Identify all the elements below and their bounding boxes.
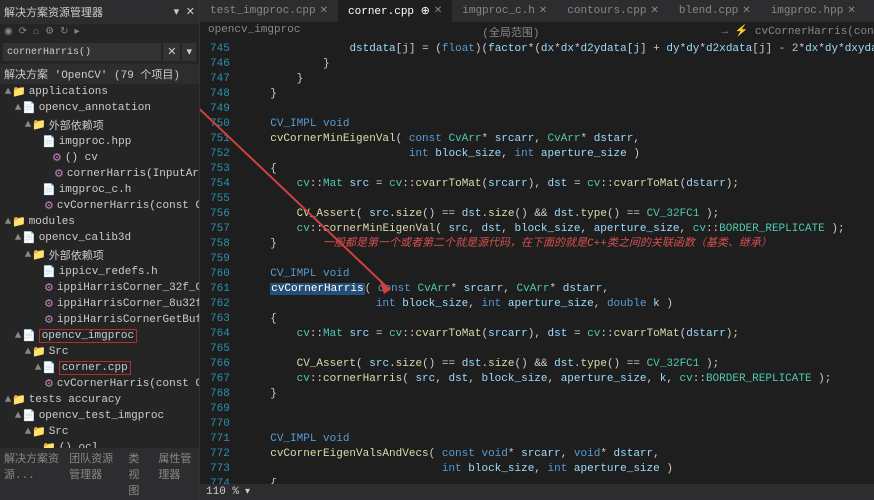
- code-editor[interactable]: 7457467477487497507517527537547557567577…: [200, 42, 874, 484]
- sidebar-header: 解决方案资源管理器 ▾ ✕: [0, 0, 199, 24]
- tree-node[interactable]: ⚙ippiHarrisCorner_8u32f_C1R: [0, 296, 199, 312]
- tree-node[interactable]: ▲📄opencv_calib3d: [0, 230, 199, 246]
- breadcrumb[interactable]: opencv_imgproc (全局范围) → ⚡ cvCornerHarris…: [200, 22, 874, 42]
- code-body[interactable]: dstdata[j] = (float)(factor*(dx*dx*d2yda…: [240, 42, 874, 484]
- solution-explorer: 解决方案资源管理器 ▾ ✕ ◉ ⟳ ⌂ ⚙ ↻ ▸ ✕ ▾ 解决方案 'Open…: [0, 0, 200, 500]
- editor-tab[interactable]: test_imgproc.cpp✕: [200, 0, 338, 22]
- tree-node[interactable]: ▲📁tests accuracy: [0, 392, 199, 408]
- tree-node[interactable]: ⚙() cv: [0, 150, 199, 166]
- tab-team[interactable]: 团队资源管理器: [69, 450, 120, 498]
- search-options-icon[interactable]: ▾: [182, 43, 196, 61]
- close-icon[interactable]: ✕: [742, 5, 750, 17]
- tab-solution[interactable]: 解决方案资源...: [4, 450, 61, 498]
- tree-node[interactable]: ⚙cornerHarris(InputArray, Outp: [0, 166, 199, 182]
- editor-tabs[interactable]: test_imgproc.cpp✕corner.cpp ⊕✕imgproc_c.…: [200, 0, 874, 22]
- line-gutter: 7457467477487497507517527537547557567577…: [200, 42, 240, 484]
- editor-tab[interactable]: corner.cpp ⊕✕: [338, 0, 452, 22]
- editor-tab[interactable]: imgproc_c.h✕: [452, 0, 557, 22]
- close-icon[interactable]: ✕: [539, 5, 547, 17]
- tab-class[interactable]: 类视图: [128, 450, 150, 498]
- tree-node[interactable]: ▲📁modules: [0, 214, 199, 230]
- tree-node[interactable]: ▲📄opencv_annotation: [0, 100, 199, 116]
- tree-node[interactable]: ⚙ippiHarrisCornerGetBufferSize: [0, 312, 199, 328]
- tree-node[interactable]: ▲📁applications: [0, 84, 199, 100]
- close-icon[interactable]: ✕: [650, 5, 658, 17]
- tree-node[interactable]: 📄ippicv_redefs.h: [0, 264, 199, 280]
- tree-node[interactable]: ▲📄corner.cpp: [0, 360, 199, 376]
- tree-node[interactable]: ▲📄opencv_imgproc: [0, 328, 199, 344]
- tree-node[interactable]: ⚙cvCornerHarris(const CvArr *, Cv: [0, 376, 199, 392]
- search-clear-icon[interactable]: ✕: [163, 43, 180, 61]
- search-input[interactable]: [3, 43, 161, 61]
- tree-node[interactable]: ▲📁Src: [0, 344, 199, 360]
- tree-node[interactable]: ▲📄opencv_test_imgproc: [0, 408, 199, 424]
- editor-tab[interactable]: imgproc.hpp✕: [761, 0, 866, 22]
- close-icon[interactable]: ✕: [847, 5, 855, 17]
- tree-node[interactable]: ▲📁外部依赖项: [0, 246, 199, 264]
- editor-tab[interactable]: contours.cpp✕: [557, 0, 669, 22]
- tree-node[interactable]: 📄imgproc.hpp: [0, 134, 199, 150]
- tree-node[interactable]: ▲📁外部依赖项: [0, 116, 199, 134]
- solution-node[interactable]: 解决方案 'OpenCV' (79 个项目): [0, 64, 199, 84]
- status-zoom[interactable]: 110 % ▾: [200, 484, 874, 500]
- tree-node[interactable]: ▲📁Src: [0, 424, 199, 440]
- tree-view[interactable]: ▲📁applications▲📄opencv_annotation▲📁外部依赖项…: [0, 84, 199, 448]
- close-icon[interactable]: ✕: [434, 5, 442, 17]
- close-icon[interactable]: ✕: [320, 5, 328, 17]
- sidebar-tabs[interactable]: 解决方案资源... 团队资源管理器 类视图 属性管理器: [0, 448, 199, 500]
- tab-props[interactable]: 属性管理器: [158, 450, 195, 498]
- editor-tab[interactable]: blend.cpp✕: [669, 0, 761, 22]
- toolbar-row[interactable]: ◉ ⟳ ⌂ ⚙ ↻ ▸: [0, 24, 199, 40]
- tree-node[interactable]: ⚙ippiHarrisCorner_32f_C1R: [0, 280, 199, 296]
- pin-icon[interactable]: ▾ ✕: [174, 5, 195, 19]
- sidebar-title: 解决方案资源管理器: [4, 4, 174, 20]
- tree-node[interactable]: ⚙cvCornerHarris(const CvArr *, Cv: [0, 198, 199, 214]
- tree-node[interactable]: 📄imgproc_c.h: [0, 182, 199, 198]
- tree-node[interactable]: 📁() ocl: [0, 440, 199, 448]
